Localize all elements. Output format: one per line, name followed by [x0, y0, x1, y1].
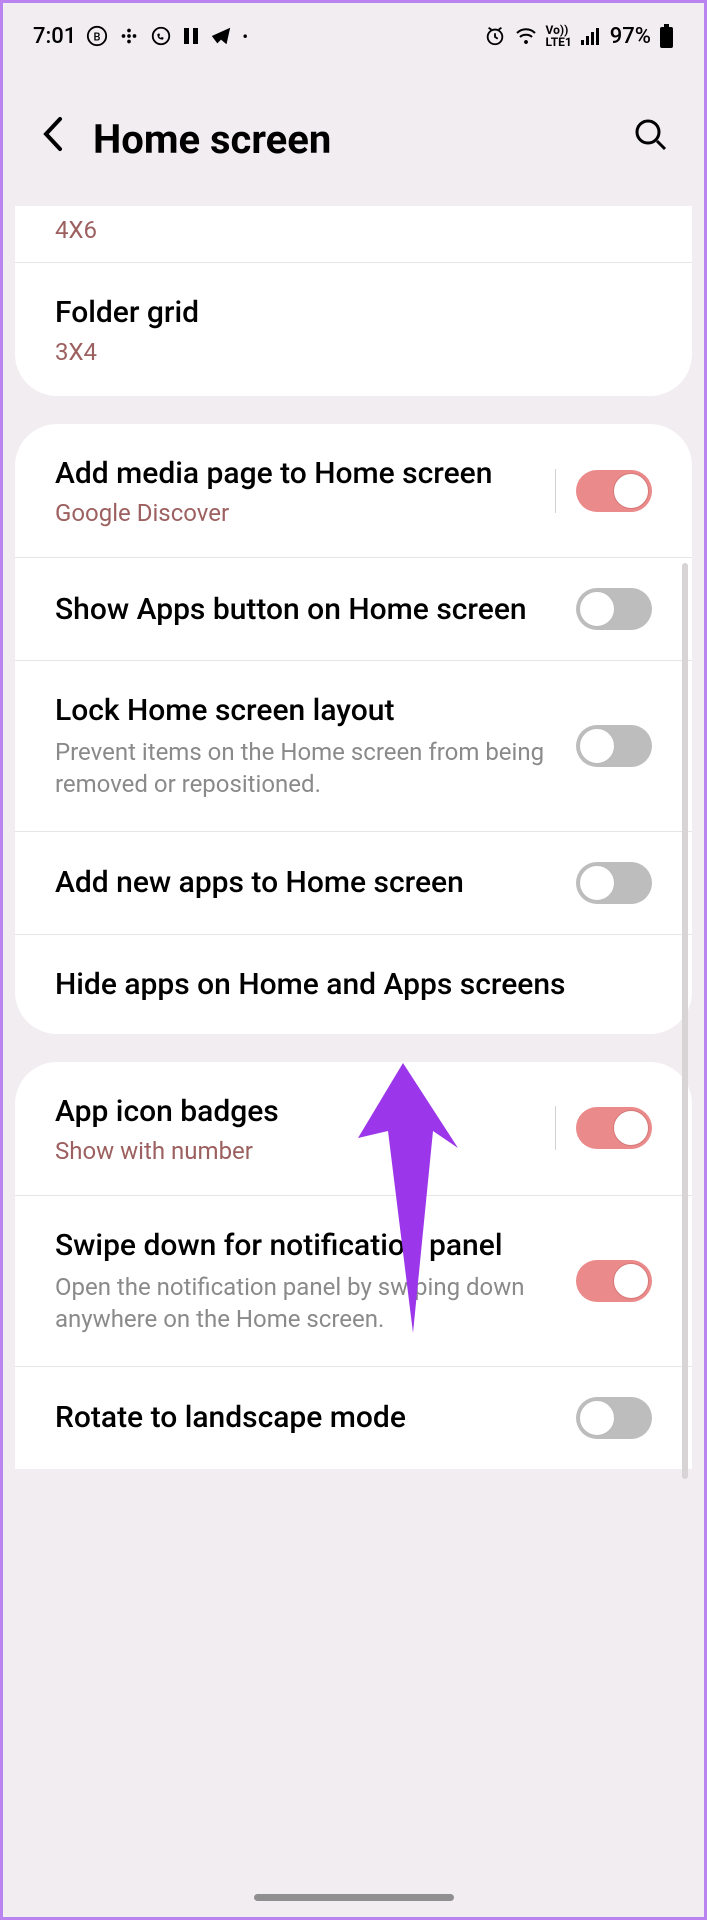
back-button[interactable]	[38, 113, 68, 166]
rotate-toggle[interactable]	[576, 1397, 652, 1439]
page-title: Home screen	[93, 116, 608, 163]
hide-apps-title: Hide apps on Home and Apps screens	[55, 965, 652, 1004]
hide-apps-item[interactable]: Hide apps on Home and Apps screens	[15, 934, 692, 1034]
show-apps-toggle[interactable]	[576, 588, 652, 630]
folder-grid-item[interactable]: Folder grid 3X4	[15, 263, 692, 396]
lock-layout-title: Lock Home screen layout	[55, 691, 556, 730]
app-header: Home screen	[3, 63, 704, 206]
volte-icon: Vo))LTE1	[546, 24, 572, 48]
status-left: 7:01 B •	[33, 24, 248, 49]
status-right: Vo))LTE1 97%	[484, 24, 674, 49]
swipe-title: Swipe down for notification panel	[55, 1226, 556, 1265]
add-new-apps-title: Add new apps to Home screen	[55, 863, 556, 902]
lock-layout-item[interactable]: Lock Home screen layout Prevent items on…	[15, 660, 692, 831]
swipe-desc: Open the notification panel by swiping d…	[55, 1271, 556, 1336]
divider	[555, 1106, 556, 1150]
show-apps-item[interactable]: Show Apps button on Home screen	[15, 557, 692, 660]
home-options-section: Add media page to Home screen Google Dis…	[15, 424, 692, 1034]
telegram-icon	[210, 25, 232, 47]
notification-icon: B	[86, 25, 108, 47]
misc-section: App icon badges Show with number Swipe d…	[15, 1062, 692, 1469]
folder-grid-title: Folder grid	[55, 293, 652, 332]
grid-section: 4X6 Folder grid 3X4	[15, 206, 692, 396]
home-grid-value-partial: 4X6	[15, 206, 692, 263]
dot-icon: •	[242, 27, 248, 46]
search-button[interactable]	[633, 117, 669, 162]
svg-text:B: B	[94, 31, 101, 44]
badges-toggle[interactable]	[576, 1107, 652, 1149]
media-page-sub: Google Discover	[55, 499, 535, 527]
add-new-apps-toggle[interactable]	[576, 862, 652, 904]
alarm-icon	[484, 25, 506, 47]
badges-item[interactable]: App icon badges Show with number	[15, 1062, 692, 1195]
pause-icon	[182, 26, 200, 46]
settings-content: 4X6 Folder grid 3X4 Add media page to Ho…	[3, 206, 704, 1469]
badges-sub: Show with number	[55, 1137, 535, 1165]
media-page-item[interactable]: Add media page to Home screen Google Dis…	[15, 424, 692, 557]
rotate-title: Rotate to landscape mode	[55, 1398, 556, 1437]
home-indicator[interactable]	[254, 1894, 454, 1901]
swipe-item[interactable]: Swipe down for notification panel Open t…	[15, 1195, 692, 1366]
rotate-item[interactable]: Rotate to landscape mode	[15, 1366, 692, 1469]
lock-layout-toggle[interactable]	[576, 725, 652, 767]
whatsapp-icon	[150, 25, 172, 47]
folder-grid-value: 3X4	[55, 338, 652, 366]
show-apps-title: Show Apps button on Home screen	[55, 590, 556, 629]
media-page-title: Add media page to Home screen	[55, 454, 535, 493]
battery-icon	[659, 24, 674, 48]
swipe-toggle[interactable]	[576, 1260, 652, 1302]
status-time: 7:01	[33, 24, 76, 49]
scrollbar[interactable]	[682, 563, 688, 1479]
media-page-toggle[interactable]	[576, 470, 652, 512]
battery-percent: 97%	[610, 24, 651, 49]
divider	[555, 469, 556, 513]
status-bar: 7:01 B • Vo))LTE1 97%	[3, 3, 704, 63]
wifi-icon	[514, 26, 538, 46]
lock-layout-desc: Prevent items on the Home screen from be…	[55, 736, 556, 801]
slack-icon	[118, 25, 140, 47]
signal-icon	[580, 26, 602, 46]
add-new-apps-item[interactable]: Add new apps to Home screen	[15, 831, 692, 934]
badges-title: App icon badges	[55, 1092, 535, 1131]
